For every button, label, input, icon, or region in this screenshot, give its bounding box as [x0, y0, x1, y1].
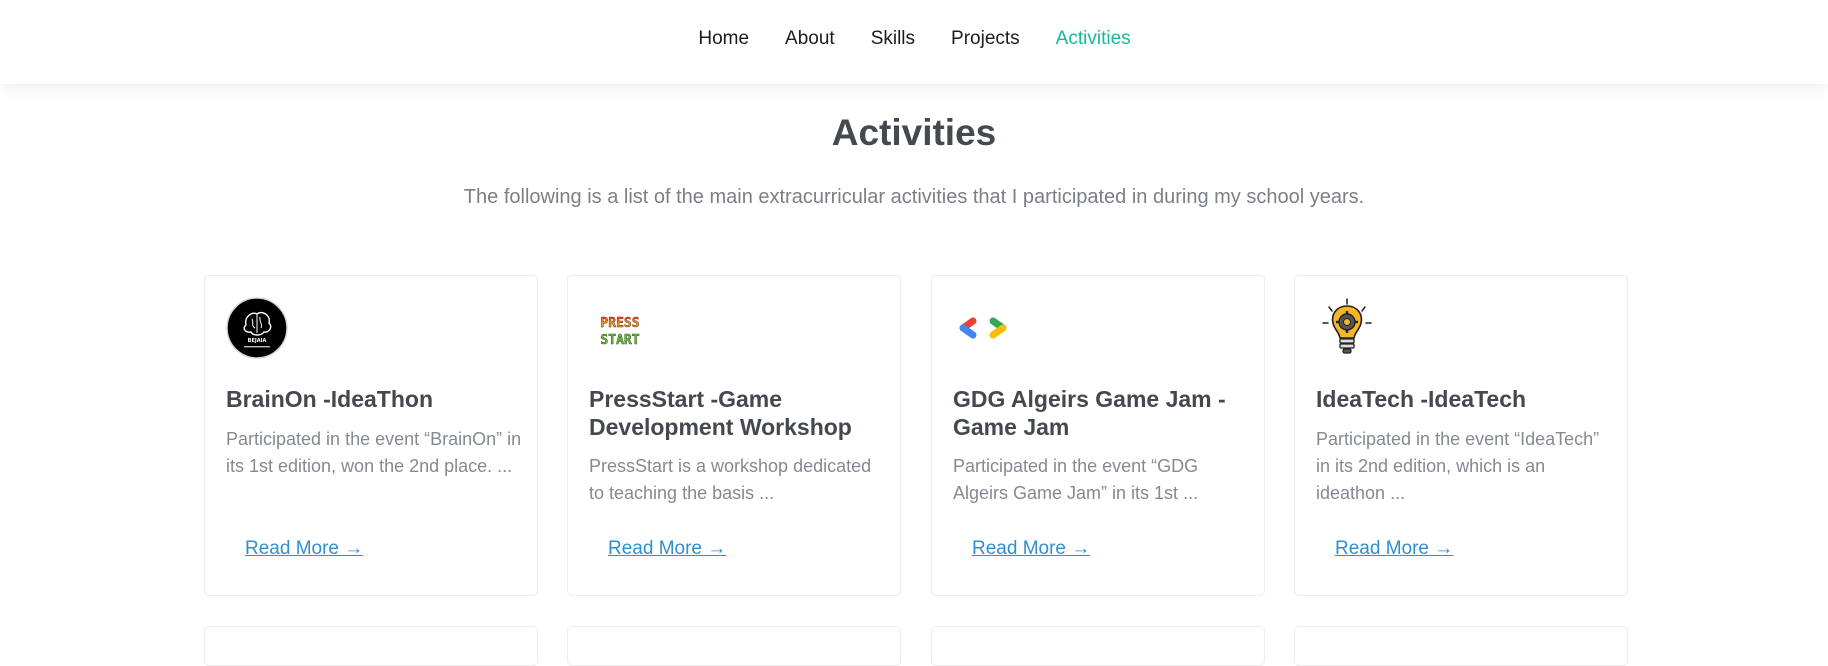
nav-link-home[interactable]: Home: [698, 28, 749, 50]
navbar: Home About Skills Projects Activities: [0, 0, 1828, 84]
card-description: PressStart is a workshop dedicated to te…: [589, 456, 872, 503]
card-description: Participated in the event “BrainOn” in i…: [226, 429, 522, 476]
activity-card-pressstart: PRESS START PressStart -Game Development…: [567, 275, 901, 596]
read-more-link[interactable]: Read More →: [1335, 538, 1453, 560]
card-title: BrainOn -IdeaThon: [226, 386, 433, 412]
nav-link-skills[interactable]: Skills: [871, 28, 915, 50]
brain-logo-icon: BEJAIA: [226, 297, 288, 359]
nav-links: Home About Skills Projects Activities: [0, 0, 1828, 78]
card-title: IdeaTech -IdeaTech: [1316, 386, 1527, 412]
press-start-logo-icon: PRESS START: [589, 297, 651, 359]
nav-link-about[interactable]: About: [785, 28, 835, 50]
activity-card-gdg: GDG Algeirs Game Jam -Game Jam Participa…: [931, 275, 1265, 596]
read-more-link[interactable]: Read More →: [608, 538, 726, 560]
activity-card-row2: [1294, 626, 1628, 666]
section-subtitle: The following is a list of the main extr…: [463, 186, 1365, 208]
svg-text:START: START: [600, 333, 639, 348]
lightbulb-gear-icon: [1316, 297, 1378, 359]
activity-card-ideatech: IdeaTech -IdeaTech Participated in the e…: [1294, 275, 1628, 596]
section-title: Activities: [831, 112, 997, 153]
svg-text:PRESS: PRESS: [600, 316, 639, 331]
activity-card-brainon: BEJAIA BrainOn -IdeaThon Participated in…: [204, 275, 538, 596]
card-description: Participated in the event “IdeaTech” in …: [1316, 429, 1600, 503]
read-more-link[interactable]: Read More →: [972, 538, 1090, 560]
card-description: Participated in the event “GDG Algeirs G…: [953, 456, 1199, 503]
gdg-logo-icon: [953, 297, 1015, 359]
read-more-link[interactable]: Read More →: [245, 538, 363, 560]
nav-link-projects[interactable]: Projects: [951, 28, 1020, 50]
brain-logo-text: BEJAIA: [248, 338, 267, 344]
activity-card-row2: [931, 626, 1265, 666]
card-title: PressStart -Game Development Workshop: [589, 386, 852, 440]
activity-card-row2: [204, 626, 538, 666]
card-title: GDG Algeirs Game Jam -Game Jam: [953, 386, 1226, 440]
activity-card-row2: [567, 626, 901, 666]
nav-link-activities[interactable]: Activities: [1056, 28, 1131, 50]
